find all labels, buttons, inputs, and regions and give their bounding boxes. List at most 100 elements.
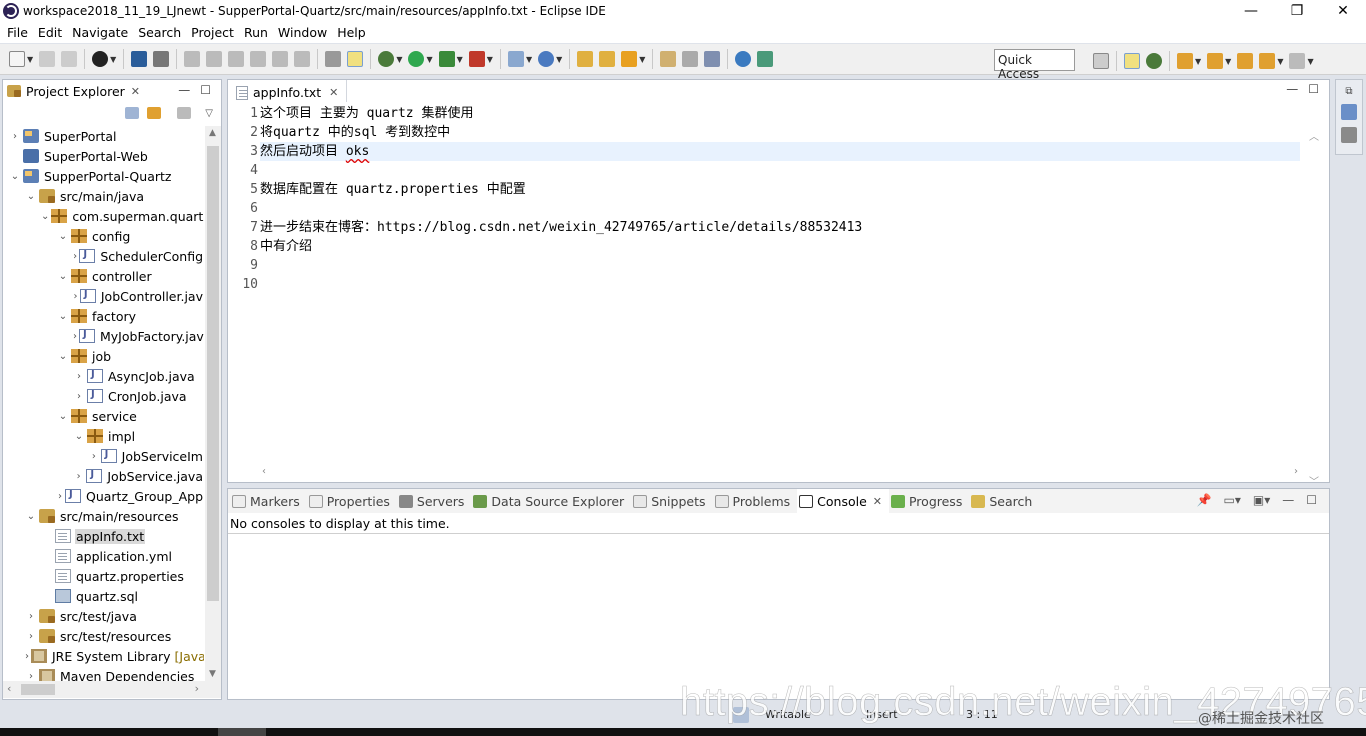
terminate-icon[interactable] [228, 51, 245, 67]
menu-search[interactable]: Search [134, 25, 187, 40]
expand-arrow-icon[interactable]: › [73, 331, 77, 342]
expand-arrow-icon[interactable]: › [25, 651, 29, 662]
scroll-left-icon[interactable]: ‹ [262, 466, 266, 477]
expand-arrow-icon[interactable]: › [73, 471, 84, 482]
scroll-left-icon[interactable]: ‹ [7, 682, 11, 695]
open-perspective-icon[interactable] [1093, 53, 1109, 69]
outline-icon[interactable] [1341, 104, 1357, 120]
focus-on-active-task-icon[interactable] [177, 107, 192, 119]
editor-line[interactable] [260, 161, 1300, 180]
tree-item[interactable]: ⌄ SupperPortal-Quartz [3, 166, 204, 186]
tree-item[interactable]: › Maven Dependencies [3, 666, 204, 681]
project-explorer-tab[interactable]: Project Explorer ✕ [7, 84, 140, 99]
collapse-arrow-icon[interactable]: ⌄ [9, 171, 21, 182]
display-console-icon[interactable]: ▭▾ [1223, 493, 1240, 507]
tab-problems[interactable]: Problems [713, 489, 798, 513]
debug-perspective-icon[interactable] [1146, 53, 1162, 69]
tree-item[interactable]: ⌄ src/main/resources [3, 506, 204, 526]
mylyn-icon[interactable] [757, 51, 774, 67]
run-icon[interactable] [408, 51, 425, 67]
editor-line[interactable] [260, 256, 1300, 275]
close-icon[interactable]: ✕ [131, 85, 140, 98]
use-step-filters-icon[interactable] [347, 51, 364, 67]
run-dropdown-icon[interactable]: ▼ [426, 55, 432, 64]
collapse-arrow-icon[interactable]: ⌄ [57, 231, 69, 242]
profile-icon[interactable] [92, 51, 109, 67]
collapse-arrow-icon[interactable]: ⌄ [57, 411, 69, 422]
next-annotation-icon[interactable] [1177, 53, 1193, 69]
previous-annotation-dropdown-icon[interactable]: ▼ [1225, 57, 1231, 66]
quick-access-input[interactable]: Quick Access [994, 49, 1075, 81]
scroll-up-icon[interactable]: ︿ [1309, 128, 1319, 143]
editor-line[interactable]: 这个项目 主要为 quartz 集群使用 [260, 104, 1300, 123]
tab-snippets[interactable]: Snippets [631, 489, 712, 513]
editor-vertical-scrollbar[interactable]: ︿ ﹀ [1299, 128, 1329, 488]
disconnect-icon[interactable] [250, 51, 267, 67]
tree-item[interactable]: › MyJobFactory.jav [3, 326, 204, 346]
editor-tab-appinfo[interactable]: appInfo.txt ✕ [230, 80, 348, 102]
close-icon[interactable]: ✕ [329, 86, 338, 99]
last-edit-location-icon[interactable] [1237, 53, 1254, 69]
tab-servers[interactable]: Servers [397, 489, 472, 513]
collapse-arrow-icon[interactable]: ⌄ [57, 351, 69, 362]
tree-item[interactable]: › Quartz_Group_App [3, 486, 204, 506]
menu-project[interactable]: Project [187, 25, 240, 40]
close-icon[interactable]: ✕ [873, 495, 882, 508]
task-list-icon[interactable] [1341, 127, 1357, 143]
tree-item[interactable]: quartz.sql [3, 586, 204, 606]
open-task-icon[interactable] [599, 51, 616, 67]
menu-help[interactable]: Help [333, 25, 372, 40]
collapse-arrow-icon[interactable]: ⌄ [41, 211, 49, 222]
collapse-arrow-icon[interactable]: ⌄ [25, 191, 37, 202]
step-into-icon[interactable] [272, 51, 289, 67]
tree-item[interactable]: › JobService.java [3, 466, 204, 486]
editor-horizontal-scrollbar[interactable]: ‹ › [260, 464, 1300, 481]
maximize-view-icon[interactable]: ☐ [1306, 493, 1317, 507]
web-browser-icon[interactable] [735, 51, 752, 67]
scroll-right-icon[interactable]: › [1294, 466, 1298, 477]
search-tool-icon[interactable] [621, 51, 638, 67]
expand-arrow-icon[interactable]: › [73, 291, 78, 302]
collapse-arrow-icon[interactable]: ⌄ [57, 271, 69, 282]
minimize-view-icon[interactable]: — [178, 83, 190, 97]
expand-arrow-icon[interactable]: › [25, 611, 37, 622]
expand-arrow-icon[interactable]: › [73, 391, 85, 402]
toggle-breadcrumb-icon[interactable] [660, 51, 677, 67]
tree-item[interactable]: › SuperPortal [3, 126, 204, 146]
next-annotation-dropdown-icon[interactable]: ▼ [1195, 57, 1201, 66]
tree-item[interactable]: ⌄ impl [3, 426, 204, 446]
editor-line[interactable]: 中有介绍 [260, 237, 1300, 256]
editor-line[interactable]: 数据库配置在 quartz.properties 中配置 [260, 180, 1300, 199]
tree-item[interactable]: › JobController.jav [3, 286, 204, 306]
maximize-view-icon[interactable]: ☐ [200, 83, 211, 97]
tree-item[interactable]: › JobServiceIm [3, 446, 204, 466]
tree-item[interactable]: ⌄ config [3, 226, 204, 246]
previous-annotation-icon[interactable] [1207, 53, 1224, 69]
expand-arrow-icon[interactable]: › [25, 631, 37, 642]
new-java-class-dropdown-icon[interactable]: ▼ [556, 55, 562, 64]
open-type-icon[interactable] [577, 51, 594, 67]
save-icon[interactable] [39, 51, 56, 67]
java-ee-perspective-icon[interactable] [1124, 53, 1140, 69]
tree-item[interactable]: quartz.properties [3, 566, 204, 586]
forward-dropdown-icon[interactable]: ▼ [1307, 57, 1313, 66]
menu-run[interactable]: Run [240, 25, 274, 40]
forward-icon[interactable] [1289, 53, 1306, 69]
menu-navigate[interactable]: Navigate [68, 25, 134, 40]
open-console-icon[interactable]: ▣▾ [1253, 493, 1270, 507]
menu-file[interactable]: File [3, 25, 34, 40]
expand-arrow-icon[interactable]: › [73, 251, 77, 262]
menu-edit[interactable]: Edit [34, 25, 68, 40]
minimize-view-icon[interactable]: — [1282, 493, 1294, 507]
restore-button[interactable]: ❐ [1274, 0, 1320, 22]
scroll-down-icon[interactable]: ﹀ [1309, 473, 1319, 488]
editor-text-area[interactable]: 1 2 3 4 5 6 7 8 9 10 这个项目 主要为 quartz 集群使用 将quartz … [228, 104, 1329, 488]
step-over-icon[interactable] [294, 51, 311, 67]
terminal-icon[interactable] [131, 51, 148, 67]
scrollbar-thumb[interactable] [207, 146, 219, 601]
tree-item[interactable]: ⌄ com.superman.quartz [3, 206, 204, 226]
pin-console-icon[interactable]: 📌 [1197, 493, 1212, 507]
show-whitespace-icon[interactable] [704, 51, 721, 67]
collapse-arrow-icon[interactable]: ⌄ [57, 311, 69, 322]
tree-item[interactable]: › SchedulerConfig [3, 246, 204, 266]
